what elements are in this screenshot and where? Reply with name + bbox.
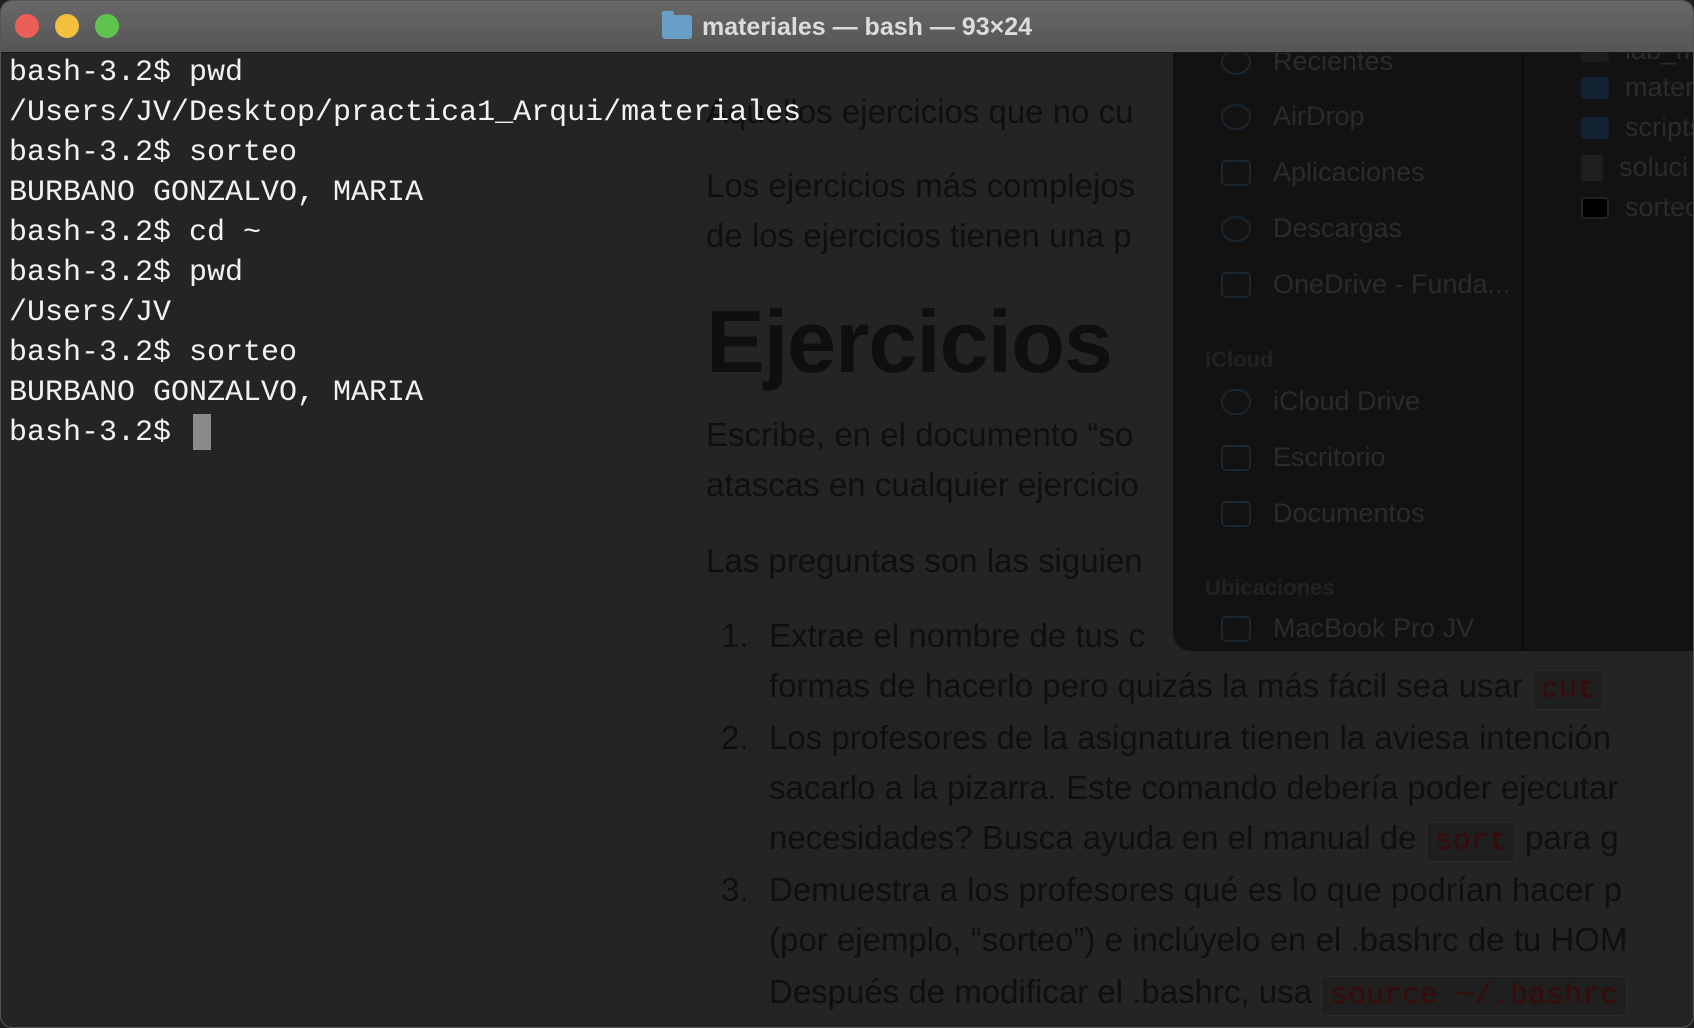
terminal-line: bash-3.2$ pwd [9,56,244,90]
inline-code: sort [1425,822,1516,862]
sidebar-item-descargas[interactable]: Descargas [1221,213,1402,244]
file-name: sorteo [1625,192,1694,222]
inline-code: cut [1532,670,1605,710]
list-item-text: sacarlo a la pizarra. Este comando deber… [769,769,1619,806]
document-icon [1221,500,1251,527]
file-row[interactable]: sorteo [1581,192,1694,223]
list-number: 3. [721,871,749,908]
label: OneDrive - Funda... [1273,269,1511,299]
file-name: materi [1625,72,1694,102]
terminal-line: bash-3.2$ sorteo [9,136,298,170]
text-cursor [193,414,212,451]
sidebar-item-macbook[interactable]: MacBook Pro JV [1221,613,1474,644]
apps-icon [1221,159,1251,186]
finder-sidebar: Recientes AirDrop Aplicaciones Descargas… [1173,46,1524,651]
label: Documentos [1273,498,1425,528]
file-row[interactable]: soluci [1581,152,1688,183]
sidebar-item-airdrop[interactable]: AirDrop [1221,101,1365,132]
sidebar-header-icloud: iCloud [1205,347,1274,372]
label: Aplicaciones [1273,157,1425,187]
file-row[interactable]: scripts [1581,112,1693,143]
inline-code: source ~/.bashrc [1321,976,1628,1016]
terminal-window: materiales — bash — 93×24 Aquellos ejerc… [0,0,1694,1028]
folder-icon [1581,76,1609,99]
background-finder-window: Recientes AirDrop Aplicaciones Descargas… [1173,35,1694,651]
folder-icon [1581,116,1609,139]
label: Descargas [1273,213,1403,243]
prompt: bash-3.2$ [9,416,190,450]
folder-icon [1221,271,1251,298]
text: formas de hacerlo pero quizás la más fác… [769,667,1523,704]
list-item-text: Demuestra a los profesores qué es lo que… [769,871,1623,908]
sidebar-item-aplicaciones[interactable]: Aplicaciones [1221,157,1425,188]
laptop-icon [1221,615,1251,642]
sidebar-header-ubicaciones: Ubicaciones [1205,575,1335,600]
sidebar-item-icloud-drive[interactable]: iCloud Drive [1221,386,1420,417]
terminal-line: /Users/JV/Desktop/practica1_Arqui/materi… [9,96,802,130]
text: para g [1524,819,1619,856]
download-icon [1221,215,1251,242]
list-number: 2. [721,719,749,756]
terminal-line: bash-3.2$ cd ~ [9,216,262,250]
label: Escritorio [1273,442,1386,472]
doc-paragraph: atascas en cualquier ejercicio [706,466,1139,503]
label: MacBook Pro JV [1273,613,1475,643]
executable-icon [1581,196,1609,219]
airdrop-icon [1221,103,1251,130]
folder-icon [661,11,692,39]
terminal-line: BURBANO GONZALVO, MARIA [9,376,424,410]
terminal-prompt-line[interactable]: bash-3.2$ [9,413,801,453]
window-title-container: materiales — bash — 93×24 [1,1,1693,53]
text: Después de modificar el .bashrc, usa [769,973,1312,1010]
label: AirDrop [1273,101,1365,131]
terminal-line: bash-3.2$ sorteo [9,336,298,370]
list-item-text: Después de modificar el .bashrc, usa sou… [769,973,1628,1016]
doc-paragraph: Las preguntas son las siguien [706,542,1143,579]
window-title: materiales — bash — 93×24 [701,12,1033,41]
list-item-text: Extrae el nombre de tus c [769,617,1146,654]
desktop-icon [1221,444,1251,471]
file-name: scripts [1625,112,1693,142]
sidebar-item-documentos[interactable]: Documentos [1221,498,1425,529]
sidebar-item-onedrive[interactable]: OneDrive - Funda... [1221,269,1510,300]
text: necesidades? Busca ayuda en el manual de [769,819,1417,856]
file-row[interactable]: materi [1581,72,1694,103]
terminal-line: bash-3.2$ pwd [9,256,244,290]
list-number: 1. [721,617,749,654]
terminal-line: BURBANO GONZALVO, MARIA [9,176,424,210]
file-name: soluci [1619,152,1689,182]
sidebar-item-escritorio[interactable]: Escritorio [1221,442,1386,473]
terminal-output[interactable]: bash-3.2$ pwd /Users/JV/Desktop/practica… [9,53,801,453]
title-bar[interactable]: materiales — bash — 93×24 [1,1,1693,53]
list-item-text: Los profesores de la asignatura tienen l… [769,719,1612,756]
list-item-text: (por ejemplo, “sorteo”) e inclúyelo en e… [769,921,1628,958]
list-item-text: formas de hacerlo pero quizás la más fác… [769,667,1605,710]
document-icon [1581,154,1603,181]
terminal-line: /Users/JV [9,296,172,330]
label: iCloud Drive [1273,386,1421,416]
list-item-text: necesidades? Busca ayuda en el manual de… [769,819,1619,862]
cloud-icon [1221,388,1251,415]
